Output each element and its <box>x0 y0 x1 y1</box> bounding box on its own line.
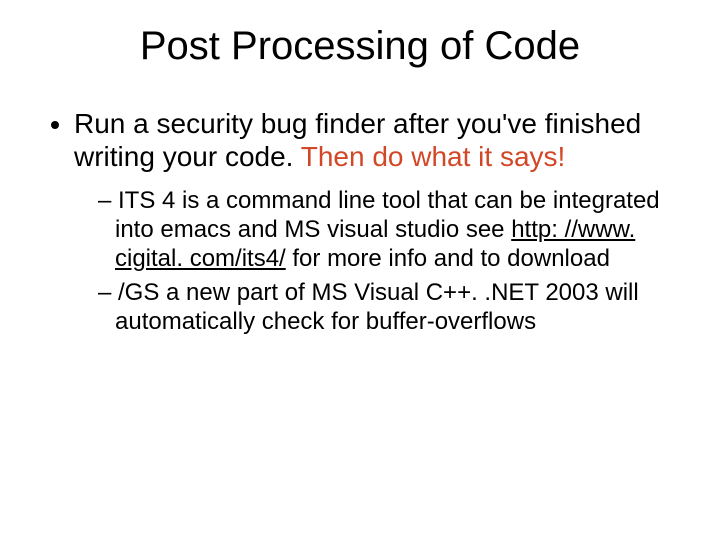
sub-item-1: ITS 4 is a command line tool that can be… <box>98 187 680 273</box>
bullet-1: Run a security bug finder after you've f… <box>74 107 680 337</box>
bullet-1-emph: Then do what it says! <box>301 141 566 172</box>
sub-1-post: for more info and to download <box>286 245 610 272</box>
slide-title: Post Processing of Code <box>40 24 680 69</box>
sub-2-text: /GS a new part of MS Visual C++. .NET 20… <box>115 279 639 335</box>
bullet-list: Run a security bug finder after you've f… <box>40 107 680 337</box>
sub-list: ITS 4 is a command line tool that can be… <box>74 187 680 337</box>
slide: Post Processing of Code Run a security b… <box>0 0 720 540</box>
sub-item-2: /GS a new part of MS Visual C++. .NET 20… <box>98 279 680 337</box>
